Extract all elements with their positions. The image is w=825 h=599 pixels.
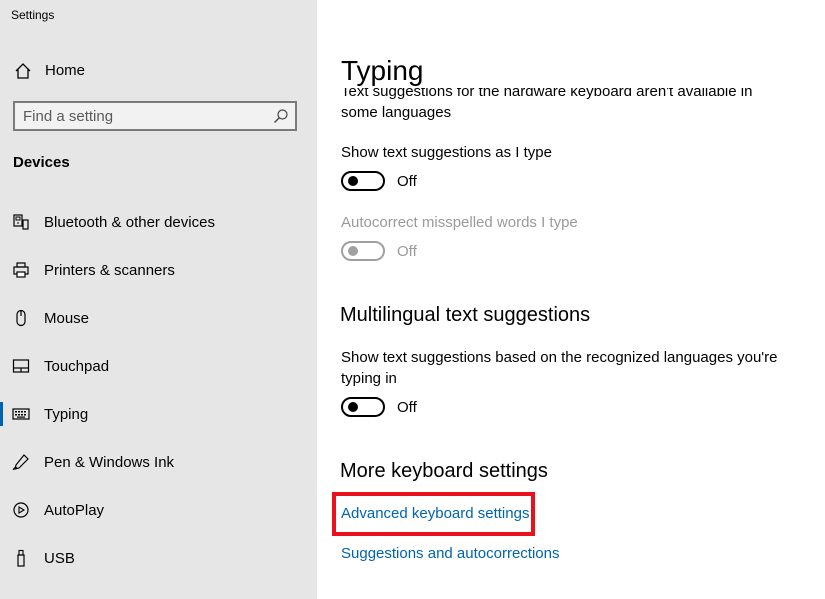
section-label-devices: Devices <box>13 154 70 171</box>
bluetooth-devices-icon <box>13 214 29 230</box>
autoplay-icon <box>13 502 29 518</box>
sidebar-item-autoplay[interactable]: AutoPlay <box>0 486 317 534</box>
sidebar-item-label: USB <box>44 550 75 567</box>
sidebar-nav: Bluetooth & other devices Printers & sca… <box>0 198 317 582</box>
sidebar-item-label: Pen & Windows Ink <box>44 454 175 471</box>
sidebar-item-label: Bluetooth & other devices <box>44 214 215 231</box>
sidebar-item-label: Mouse <box>44 310 90 327</box>
sidebar-item-pen[interactable]: Pen & Windows Ink <box>0 438 317 486</box>
cut-off-text-line2: some languages <box>341 104 452 121</box>
sidebar-item-label: Typing <box>44 406 89 423</box>
search-icon[interactable] <box>273 108 289 124</box>
toggle-knob <box>348 246 358 256</box>
autocorrect-state: Off <box>397 243 417 260</box>
mouse-icon <box>16 309 26 327</box>
multilingual-desc-line1: Show text suggestions based on the recog… <box>341 349 778 366</box>
sidebar-item-label: Touchpad <box>44 358 110 375</box>
sidebar-item-bluetooth[interactable]: Bluetooth & other devices <box>0 198 317 246</box>
page-title: Typing <box>341 54 811 88</box>
advanced-keyboard-settings-link[interactable]: Advanced keyboard settings <box>341 505 529 522</box>
keyboard-icon <box>12 408 30 420</box>
sidebar-item-touchpad[interactable]: Touchpad <box>0 342 317 390</box>
multilingual-state: Off <box>397 399 417 416</box>
sidebar: Settings Home Devices Bluetooth & other … <box>0 0 317 599</box>
pen-icon <box>12 454 29 471</box>
toggle-knob <box>348 402 358 412</box>
search-box[interactable] <box>13 101 297 131</box>
app-title: Settings <box>11 8 55 22</box>
autocorrect-toggle <box>341 241 385 261</box>
multilingual-toggle[interactable] <box>341 397 385 417</box>
sidebar-item-typing[interactable]: Typing <box>0 390 317 438</box>
toggle-knob <box>348 176 358 186</box>
more-keyboard-heading: More keyboard settings <box>340 460 548 482</box>
show-suggestions-label: Show text suggestions as I type <box>341 144 552 161</box>
sidebar-item-label: Printers & scanners <box>44 262 175 279</box>
search-input[interactable] <box>23 106 263 126</box>
main-content: Text suggestions for the hardware keyboa… <box>317 0 825 599</box>
multilingual-heading: Multilingual text suggestions <box>340 304 591 326</box>
touchpad-icon <box>12 359 30 373</box>
sidebar-item-usb[interactable]: USB <box>0 534 317 582</box>
home-label: Home <box>45 62 86 79</box>
autocorrect-label: Autocorrect misspelled words I type <box>341 214 578 231</box>
sidebar-item-printers[interactable]: Printers & scanners <box>0 246 317 294</box>
sidebar-item-mouse[interactable]: Mouse <box>0 294 317 342</box>
show-suggestions-state: Off <box>397 173 417 190</box>
suggestions-autocorrections-link[interactable]: Suggestions and autocorrections <box>341 545 559 562</box>
multilingual-desc-line2: typing in <box>341 370 397 387</box>
show-suggestions-toggle[interactable] <box>341 171 385 191</box>
home-icon <box>15 63 31 79</box>
home-nav-item[interactable]: Home <box>0 52 317 90</box>
sidebar-item-label: AutoPlay <box>44 502 105 519</box>
usb-icon <box>17 549 25 567</box>
printer-icon <box>13 262 29 278</box>
